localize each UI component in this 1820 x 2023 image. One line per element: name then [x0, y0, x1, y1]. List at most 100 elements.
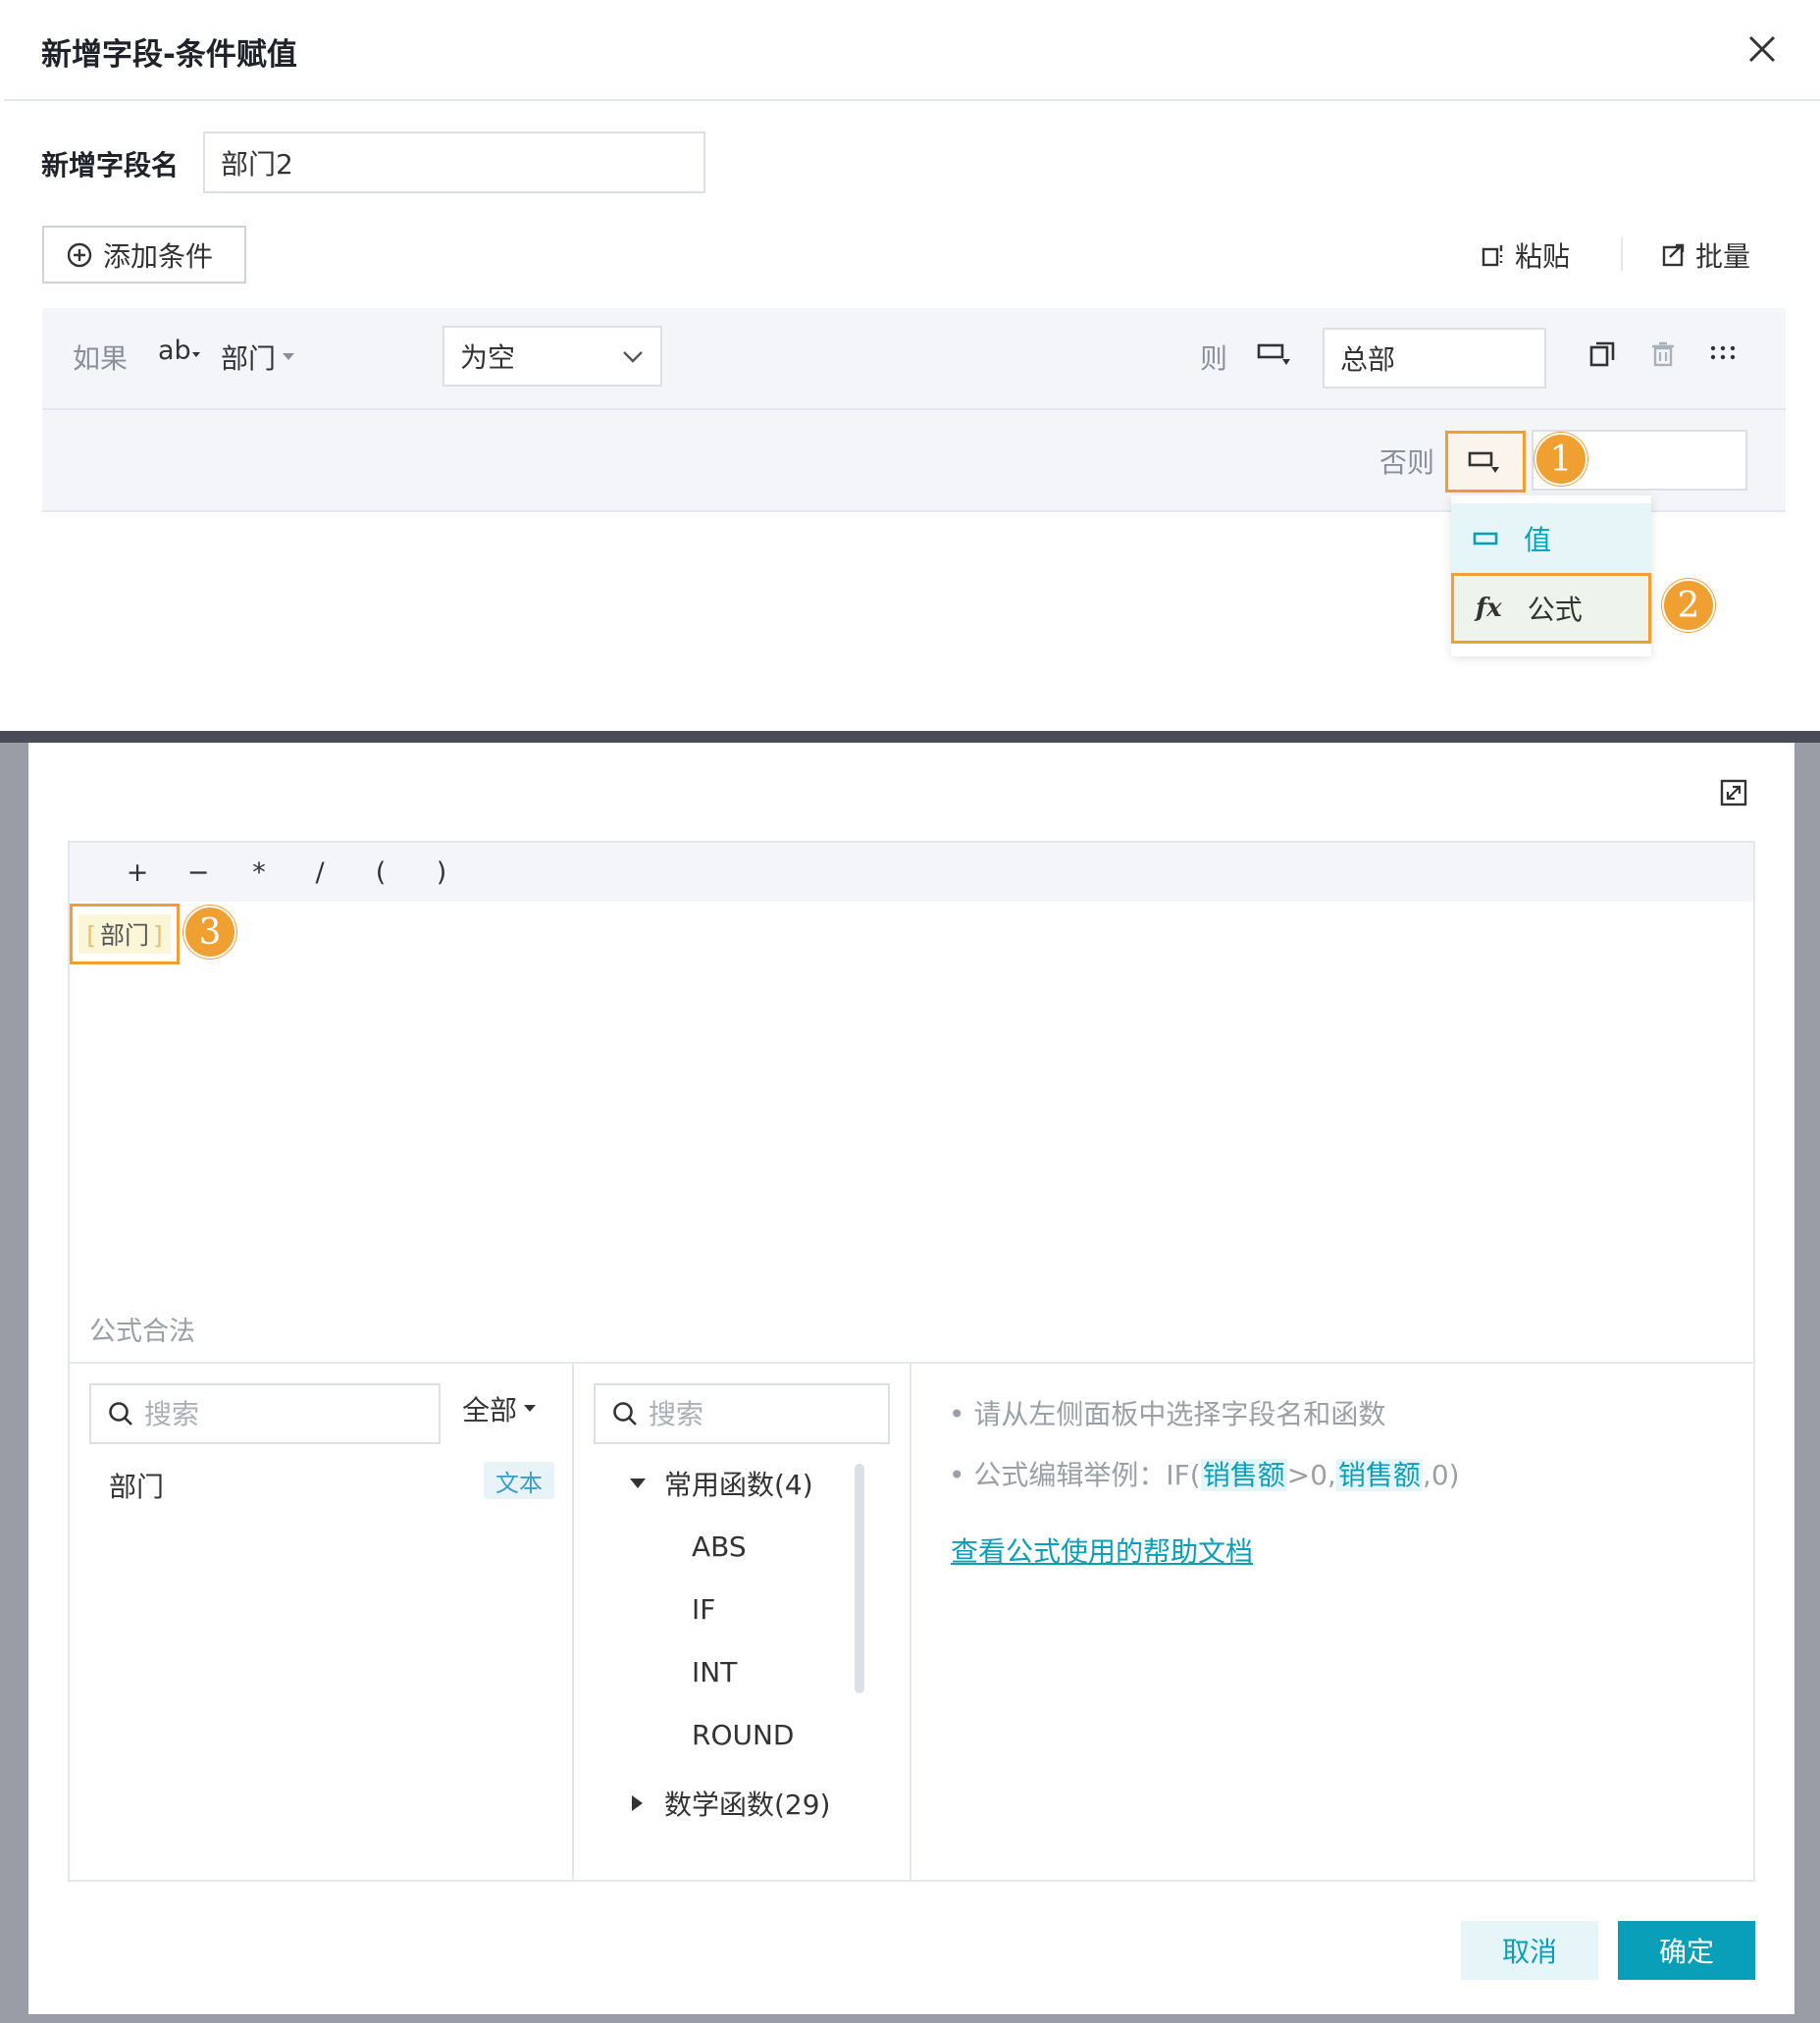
field-filter-select[interactable]: 全部	[462, 1389, 537, 1428]
search-icon	[109, 1402, 132, 1426]
field-panel: 全部 部门 文本	[70, 1364, 574, 1880]
value-type-icon	[1468, 451, 1499, 473]
function-search-input[interactable]	[649, 1397, 864, 1430]
caret-down-icon	[524, 1405, 537, 1412]
plus-circle-icon	[67, 242, 92, 267]
step-badge-1: 1	[1534, 433, 1587, 486]
dialog-title: 新增字段-条件赋值	[41, 37, 297, 73]
if-label: 如果	[73, 342, 129, 375]
menu-item-formula-label: 公式	[1527, 594, 1583, 626]
menu-item-formula[interactable]: fx 公式	[1451, 573, 1651, 644]
multiply-operator-button[interactable]: *	[229, 857, 289, 888]
divide-operator-button[interactable]: /	[289, 857, 350, 888]
function-group-math[interactable]: 数学函数(29)	[629, 1784, 830, 1823]
caret-right-icon	[632, 1795, 643, 1811]
hint2-field-1: 销售额	[1200, 1459, 1287, 1491]
field-search-input[interactable]	[144, 1397, 399, 1430]
function-item-round[interactable]: ROUND	[692, 1719, 795, 1751]
else-label: 否则	[1379, 446, 1435, 479]
function-group-math-label: 数学函数(29)	[664, 1789, 831, 1821]
function-list-scrollbar[interactable]	[855, 1464, 864, 1693]
paste-label: 粘贴	[1515, 240, 1571, 273]
caret-down-icon	[630, 1478, 646, 1488]
copy-icon[interactable]	[1587, 339, 1617, 373]
drag-handle-icon[interactable]	[1708, 343, 1738, 367]
field-search[interactable]	[89, 1383, 441, 1444]
condition-divider	[42, 408, 1786, 410]
toolbar-divider	[1621, 237, 1623, 271]
confirm-button[interactable]: 确定	[1618, 1921, 1755, 1980]
paste-icon	[1482, 245, 1503, 267]
batch-label: 批量	[1695, 240, 1751, 273]
token-body: [部门]	[78, 914, 171, 954]
field-type-badge: 文本	[484, 1462, 554, 1499]
operator-label: 为空	[460, 341, 516, 374]
formula-field-token[interactable]: [部门]	[70, 904, 180, 964]
token-open-bracket: [	[82, 919, 100, 952]
open-paren-button[interactable]: (	[350, 857, 411, 888]
menu-item-value[interactable]: 值	[1451, 503, 1651, 574]
delete-icon[interactable]	[1648, 339, 1678, 373]
plus-operator-button[interactable]: +	[107, 857, 168, 888]
value-icon	[1473, 532, 1498, 545]
paste-button[interactable]: 粘贴	[1480, 235, 1570, 275]
condition-field-label: 部门	[221, 342, 277, 375]
add-condition-label: 添加条件	[103, 239, 214, 273]
title-divider	[4, 99, 1820, 101]
field-name-label: 新增字段名	[41, 149, 180, 182]
step-badge-3: 3	[183, 906, 236, 959]
field-name-input[interactable]	[203, 131, 705, 193]
fx-icon: fx	[1476, 594, 1502, 623]
token-text: 部门	[99, 921, 149, 950]
formula-editor: + − * / ( ) [部门] 3 公式合法 全部 部门 文本	[68, 841, 1755, 1882]
function-group-common-label: 常用函数(4)	[664, 1469, 813, 1501]
help-hint-2: • 公式编辑举例：IF(销售额>0,销售额,0)	[949, 1454, 1460, 1493]
condition-field-select[interactable]: 部门	[221, 337, 295, 377]
step-badge-2: 2	[1662, 579, 1715, 632]
then-label: 则	[1200, 342, 1228, 375]
search-icon	[613, 1402, 637, 1426]
function-item-int[interactable]: INT	[692, 1656, 737, 1688]
batch-button[interactable]: 批量	[1660, 235, 1750, 275]
backdrop-strip	[0, 731, 1820, 743]
chevron-down-icon	[623, 351, 643, 363]
hint2-mid: >0,	[1286, 1459, 1336, 1491]
menu-item-value-label: 值	[1524, 524, 1552, 556]
close-paren-button[interactable]: )	[411, 857, 472, 888]
formula-editor-dialog: + − * / ( ) [部门] 3 公式合法 全部 部门 文本	[28, 743, 1794, 2014]
field-list-item[interactable]: 部门 文本	[89, 1462, 554, 1503]
then-value-text: 总部	[1340, 343, 1396, 376]
function-group-common[interactable]: 常用函数(4)	[629, 1464, 813, 1503]
minus-operator-button[interactable]: −	[168, 857, 229, 888]
function-panel: 常用函数(4) ABS IF INT ROUND 数学函数(29)	[574, 1364, 911, 1880]
type-icon-text: ab	[158, 336, 191, 366]
hint2-field-2: 销售额	[1335, 1459, 1423, 1491]
condition-assign-dialog: 新增字段-条件赋值 新增字段名 添加条件 粘贴 批量 如果 ab 部门 为空 则	[0, 0, 1820, 731]
expand-icon[interactable]	[1719, 778, 1748, 811]
help-hint-1: • 请从左侧面板中选择字段名和函数	[949, 1398, 1386, 1430]
formula-validity-text: 公式合法	[89, 1317, 195, 1347]
add-condition-button[interactable]: 添加条件	[42, 226, 246, 284]
text-type-icon[interactable]: ab	[158, 336, 201, 366]
then-value-type-icon[interactable]	[1257, 339, 1296, 373]
hint2-prefix: • 公式编辑举例：IF(	[949, 1459, 1201, 1491]
field-list-item-name: 部门	[109, 1471, 165, 1503]
hint2-suffix: ,0)	[1422, 1459, 1460, 1491]
function-item-abs[interactable]: ABS	[692, 1530, 747, 1563]
batch-edit-icon	[1662, 243, 1685, 267]
value-type-menu: 值 fx 公式	[1451, 495, 1651, 656]
then-value-input[interactable]: 总部	[1323, 328, 1546, 389]
function-search[interactable]	[594, 1383, 890, 1444]
operator-select[interactable]: 为空	[442, 326, 662, 387]
cancel-button[interactable]: 取消	[1461, 1921, 1598, 1980]
token-close-bracket: ]	[149, 919, 167, 952]
caret-down-icon	[283, 353, 295, 360]
close-icon[interactable]	[1742, 29, 1782, 69]
else-value-type-button[interactable]	[1445, 431, 1526, 493]
help-doc-link[interactable]: 查看公式使用的帮助文档	[951, 1530, 1253, 1570]
operator-bar: + − * / ( )	[70, 843, 1753, 902]
field-filter-label: 全部	[462, 1394, 518, 1426]
function-item-if[interactable]: IF	[692, 1593, 715, 1626]
help-panel: • 请从左侧面板中选择字段名和函数 • 公式编辑举例：IF(销售额>0,销售额,…	[911, 1364, 1753, 1880]
condition-block: 如果 ab 部门 为空 则 总部 否则	[42, 308, 1786, 512]
